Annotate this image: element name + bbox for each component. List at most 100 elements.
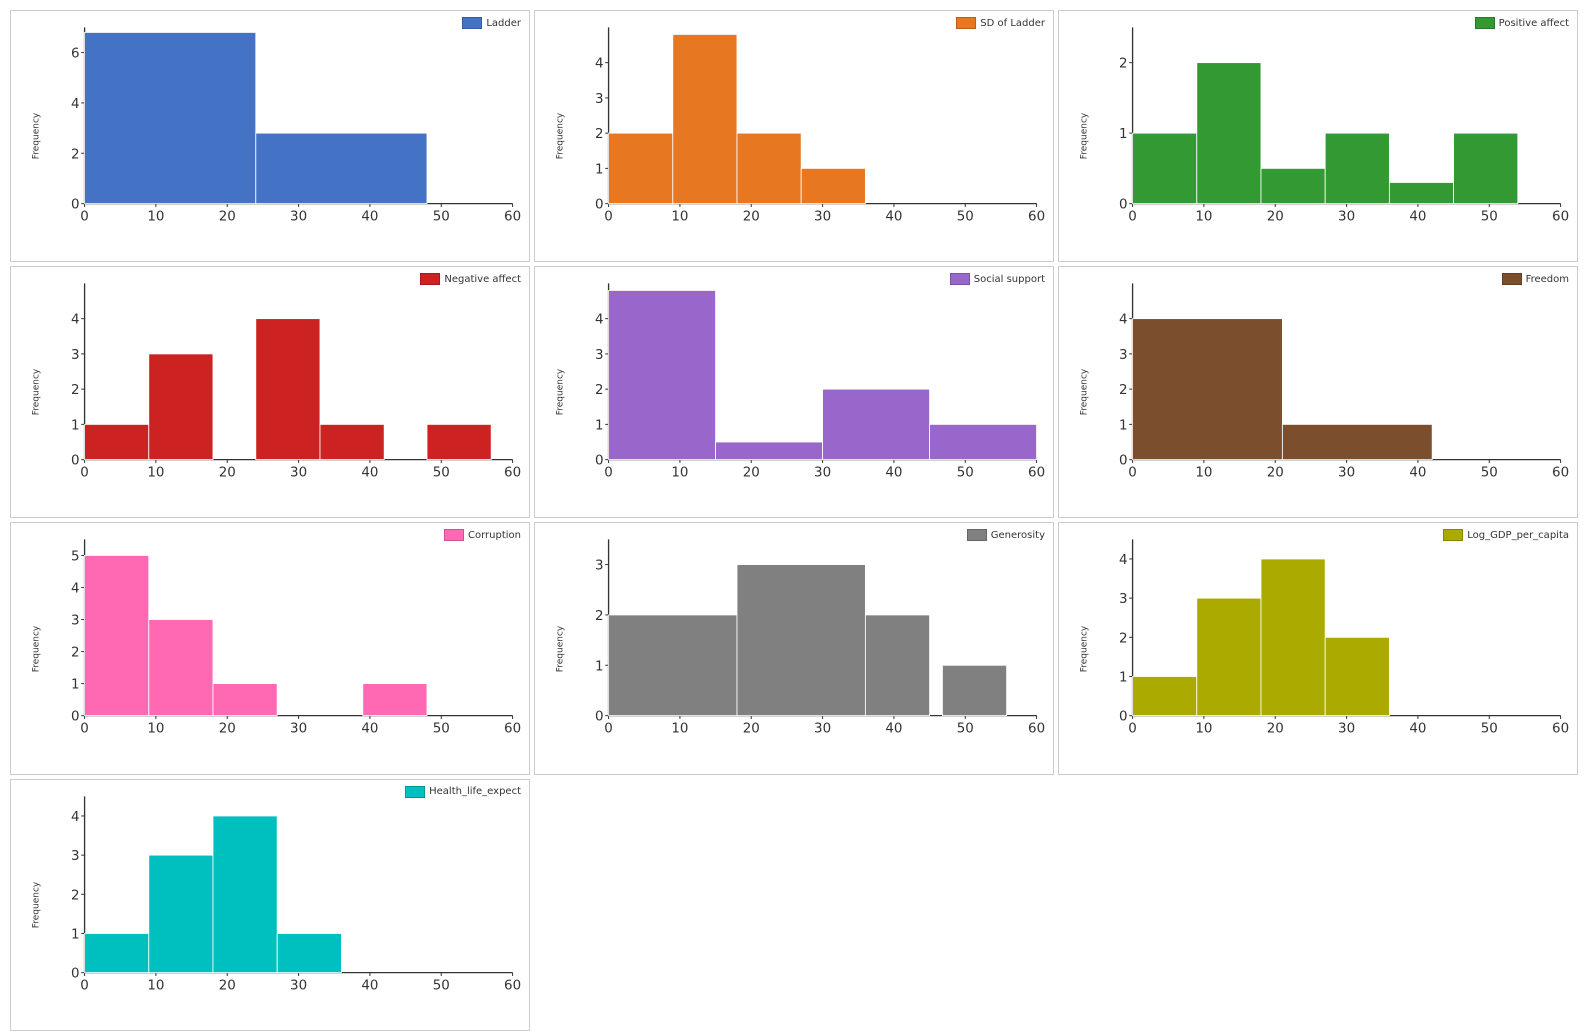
svg-text:10: 10 xyxy=(671,209,688,224)
legend-label: Freedom xyxy=(1526,274,1569,285)
svg-text:0: 0 xyxy=(604,209,613,224)
svg-text:60: 60 xyxy=(504,209,521,224)
legend-label: SD of Ladder xyxy=(980,18,1045,29)
svg-text:0: 0 xyxy=(80,722,89,737)
histogram-svg: 012340102030405060 xyxy=(51,788,521,1006)
svg-text:3: 3 xyxy=(71,614,80,629)
svg-text:60: 60 xyxy=(1028,722,1045,737)
svg-text:20: 20 xyxy=(1267,722,1284,737)
histogram-svg: 012340102030405060 xyxy=(575,19,1045,237)
legend-swatch xyxy=(967,529,987,541)
histogram-svg: 01230102030405060 xyxy=(575,531,1045,749)
chart-grid: FrequencyLadder02460102030405060Frequenc… xyxy=(0,0,1588,812)
svg-text:2: 2 xyxy=(71,383,80,398)
svg-text:4: 4 xyxy=(1119,553,1128,568)
svg-text:50: 50 xyxy=(433,722,450,737)
svg-text:20: 20 xyxy=(743,209,760,224)
chart-ladder: FrequencyLadder02460102030405060 xyxy=(10,10,530,262)
svg-text:2: 2 xyxy=(1119,57,1128,72)
histogram-svg: 012340102030405060 xyxy=(1099,531,1569,749)
legend-swatch xyxy=(1443,529,1463,541)
chart-legend: Corruption xyxy=(444,529,521,541)
svg-text:10: 10 xyxy=(671,466,688,481)
svg-text:30: 30 xyxy=(290,978,307,993)
svg-text:30: 30 xyxy=(1338,466,1355,481)
histogram-svg: 02460102030405060 xyxy=(51,19,521,237)
svg-text:60: 60 xyxy=(1552,466,1569,481)
svg-text:10: 10 xyxy=(147,978,164,993)
y-axis-label: Frequency xyxy=(31,113,41,160)
svg-text:60: 60 xyxy=(504,978,521,993)
legend-swatch xyxy=(956,17,976,29)
svg-text:40: 40 xyxy=(361,466,378,481)
svg-text:0: 0 xyxy=(80,978,89,993)
legend-swatch xyxy=(420,273,440,285)
svg-text:0: 0 xyxy=(1119,454,1128,469)
legend-label: Ladder xyxy=(486,18,521,29)
svg-text:60: 60 xyxy=(504,466,521,481)
histogram-svg: 012340102030405060 xyxy=(1099,275,1569,493)
legend-label: Generosity xyxy=(991,530,1045,541)
svg-text:6: 6 xyxy=(71,47,80,62)
legend-label: Corruption xyxy=(468,530,521,541)
svg-text:20: 20 xyxy=(1267,466,1284,481)
svg-text:50: 50 xyxy=(957,466,974,481)
svg-text:20: 20 xyxy=(219,722,236,737)
svg-text:2: 2 xyxy=(595,127,604,142)
svg-text:4: 4 xyxy=(71,313,80,328)
y-axis-label: Frequency xyxy=(31,881,41,928)
chart-legend: Generosity xyxy=(967,529,1045,541)
chart-social-support: FrequencySocial support01234010203040506… xyxy=(534,266,1054,518)
legend-swatch xyxy=(462,17,482,29)
y-axis-label: Frequency xyxy=(555,369,565,416)
histogram-svg: 0120102030405060 xyxy=(1099,19,1569,237)
svg-text:0: 0 xyxy=(80,466,89,481)
chart-legend: Health_life_expect xyxy=(405,786,521,798)
legend-label: Social support xyxy=(974,274,1045,285)
svg-text:50: 50 xyxy=(957,209,974,224)
y-axis-label: Frequency xyxy=(555,113,565,160)
svg-text:30: 30 xyxy=(814,209,831,224)
svg-text:2: 2 xyxy=(71,147,80,162)
svg-text:40: 40 xyxy=(1409,209,1426,224)
svg-text:5: 5 xyxy=(71,550,80,565)
svg-text:0: 0 xyxy=(71,198,80,213)
svg-text:2: 2 xyxy=(71,888,80,903)
svg-text:3: 3 xyxy=(1119,593,1128,608)
svg-text:2: 2 xyxy=(595,609,604,624)
svg-text:1: 1 xyxy=(71,419,80,434)
svg-text:3: 3 xyxy=(595,559,604,574)
histogram-svg: 012340102030405060 xyxy=(51,275,521,493)
svg-text:40: 40 xyxy=(885,722,902,737)
svg-text:10: 10 xyxy=(1195,209,1212,224)
chart-sd-ladder: FrequencySD of Ladder012340102030405060 xyxy=(534,10,1054,262)
svg-text:30: 30 xyxy=(814,466,831,481)
svg-text:10: 10 xyxy=(147,466,164,481)
svg-text:40: 40 xyxy=(361,722,378,737)
svg-text:20: 20 xyxy=(219,978,236,993)
chart-legend: Negative affect xyxy=(420,273,521,285)
svg-text:2: 2 xyxy=(1119,383,1128,398)
legend-swatch xyxy=(405,786,425,798)
chart-generosity: FrequencyGenerosity01230102030405060 xyxy=(534,522,1054,774)
chart-negative-affect: FrequencyNegative affect0123401020304050… xyxy=(10,266,530,518)
svg-text:0: 0 xyxy=(80,209,89,224)
svg-text:0: 0 xyxy=(1119,198,1128,213)
svg-text:50: 50 xyxy=(957,722,974,737)
svg-text:40: 40 xyxy=(361,209,378,224)
svg-text:0: 0 xyxy=(1128,209,1137,224)
svg-text:50: 50 xyxy=(1481,466,1498,481)
svg-text:2: 2 xyxy=(1119,632,1128,647)
svg-text:40: 40 xyxy=(885,209,902,224)
legend-swatch xyxy=(444,529,464,541)
svg-text:0: 0 xyxy=(595,710,604,725)
svg-text:10: 10 xyxy=(147,722,164,737)
svg-text:40: 40 xyxy=(885,466,902,481)
chart-health-life: FrequencyHealth_life_expect0123401020304… xyxy=(10,779,530,1031)
svg-text:0: 0 xyxy=(71,710,80,725)
svg-text:40: 40 xyxy=(1409,722,1426,737)
legend-label: Negative affect xyxy=(444,274,521,285)
legend-label: Log_GDP_per_capita xyxy=(1467,530,1569,541)
y-axis-label: Frequency xyxy=(1079,625,1089,672)
svg-text:30: 30 xyxy=(1338,209,1355,224)
